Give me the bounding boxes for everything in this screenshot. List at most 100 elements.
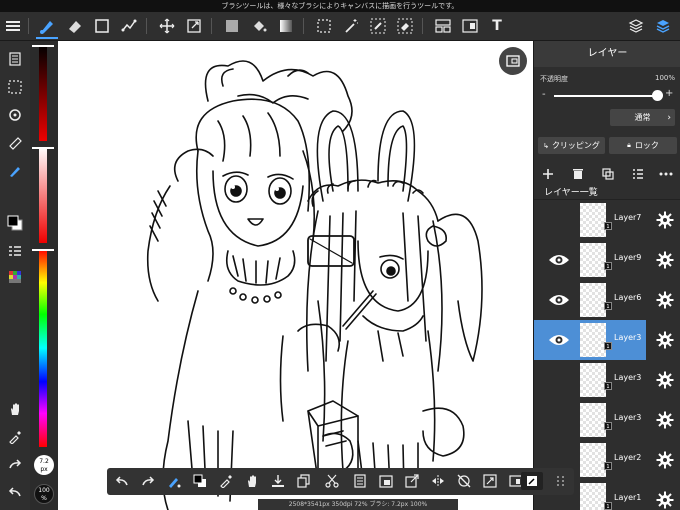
undo-icon[interactable] [113,472,131,490]
palette-icon[interactable] [4,267,26,287]
layer-row-body[interactable]: 1 Layer3 [534,360,646,400]
eraser-icon[interactable] [64,15,86,37]
eye-hidden-icon[interactable] [548,212,570,228]
duplicate-icon[interactable] [295,472,313,490]
layer-row-body[interactable]: 1 Layer3 [534,400,646,440]
brush-size-button[interactable]: 7.2 px [34,455,54,475]
import-icon[interactable] [269,472,287,490]
hand-icon[interactable] [4,399,26,419]
layer-row-body[interactable]: 1 Layer6 [534,280,646,320]
gradient-icon[interactable] [275,15,297,37]
layout-icon[interactable] [432,15,454,37]
saturation-slider[interactable] [39,147,47,243]
redo-icon[interactable] [139,472,157,490]
select-pen-icon[interactable] [367,15,389,37]
gear-icon[interactable] [656,331,674,349]
eyedropper-icon[interactable] [217,472,235,490]
gear-icon[interactable] [656,371,674,389]
blend-mode-select[interactable]: 通常 › [610,109,675,126]
layer-row[interactable]: 1 Layer3 [534,400,680,441]
eye-icon[interactable] [548,332,570,348]
flip-icon[interactable] [429,472,447,490]
brush-settings-icon[interactable] [165,472,183,490]
layer-row[interactable]: 1 Layer3 [534,320,680,361]
layer-row-body[interactable]: 1 Layer3 [534,320,646,360]
opacity-value: 100% [654,74,675,82]
layers-list-icon[interactable] [4,241,26,261]
add-layer-icon[interactable] [540,166,556,182]
layer-row[interactable]: 1 Layer3 [534,360,680,401]
text-icon[interactable]: T [486,15,508,37]
ruler-icon[interactable] [4,133,26,153]
left-toolbar [0,41,30,510]
select-eraser-icon[interactable] [394,15,416,37]
materials-icon[interactable] [625,15,647,37]
delete-layer-icon[interactable] [570,166,586,182]
magic-wand-icon[interactable] [340,15,362,37]
frame-icon[interactable] [459,15,481,37]
select-rect-icon[interactable] [313,15,335,37]
drawing-canvas[interactable] [58,41,533,510]
layer-row[interactable]: 1 Layer7 [534,200,680,241]
hand-icon[interactable] [243,472,261,490]
rotate-icon[interactable] [4,105,26,125]
color-swatch-icon[interactable] [4,213,26,233]
cut-icon[interactable] [323,472,341,490]
pen-icon[interactable] [4,161,26,181]
undo-icon[interactable] [4,483,26,503]
brush-opacity-button[interactable]: 100 % [34,484,54,504]
eye-hidden-icon[interactable] [548,452,570,468]
opacity-slider[interactable] [554,90,663,101]
layer-badge: 1 [604,502,612,510]
redo-icon[interactable] [4,455,26,475]
lasso-fill-icon[interactable] [118,15,140,37]
brush-size-unit: px [40,466,48,473]
menu-icon[interactable] [2,15,24,37]
canvas-view-button[interactable] [499,47,527,75]
edit-icon[interactable] [521,472,543,490]
layer-badge: 1 [604,422,612,430]
selection-icon[interactable] [4,77,26,97]
eye-icon[interactable] [548,292,570,308]
layer-list-icon[interactable] [630,166,646,182]
eye-hidden-icon[interactable] [548,412,570,428]
eyedropper-icon[interactable] [4,427,26,447]
brush-icon[interactable] [36,15,58,39]
brightness-slider[interactable] [39,45,47,141]
color-swap-icon[interactable] [191,472,209,490]
snap-off-icon[interactable] [455,472,473,490]
layer-row-body[interactable]: 1 Layer9 [534,240,646,280]
lock-button[interactable]: 🔒︎ ロック [609,137,677,154]
move-icon[interactable] [156,15,178,37]
gear-icon[interactable] [656,211,674,229]
opacity-plus[interactable]: + [665,88,673,99]
layer-row-body[interactable]: 1 Layer7 [534,200,646,240]
transform-icon[interactable] [183,15,205,37]
copy-icon[interactable] [351,472,369,490]
opacity-slider-knob[interactable] [652,90,663,101]
layer-row[interactable]: 1 Layer6 [534,280,680,321]
gear-icon[interactable] [656,491,674,509]
eye-hidden-icon[interactable] [548,372,570,388]
layers-icon[interactable] [652,15,674,37]
gear-icon[interactable] [656,291,674,309]
bucket-icon[interactable] [248,15,270,37]
clipping-button[interactable]: ↳ クリッピング [538,137,605,154]
rectangle-icon[interactable] [91,15,113,37]
grip-icon[interactable] [552,472,570,490]
hue-slider[interactable] [39,249,47,447]
page-icon[interactable] [4,49,26,69]
opacity-minus[interactable]: - [542,89,546,100]
lock-label: ロック [634,141,659,150]
fill-color-icon[interactable] [221,15,243,37]
layer-row[interactable]: 1 Layer9 [534,240,680,281]
gear-icon[interactable] [656,411,674,429]
gear-icon[interactable] [656,251,674,269]
more-icon[interactable] [658,166,674,182]
export-icon[interactable] [403,472,421,490]
gear-icon[interactable] [656,451,674,469]
fit-icon[interactable] [481,472,499,490]
eye-icon[interactable] [548,252,570,268]
paste-icon[interactable] [377,472,395,490]
duplicate-layer-icon[interactable] [600,166,616,182]
